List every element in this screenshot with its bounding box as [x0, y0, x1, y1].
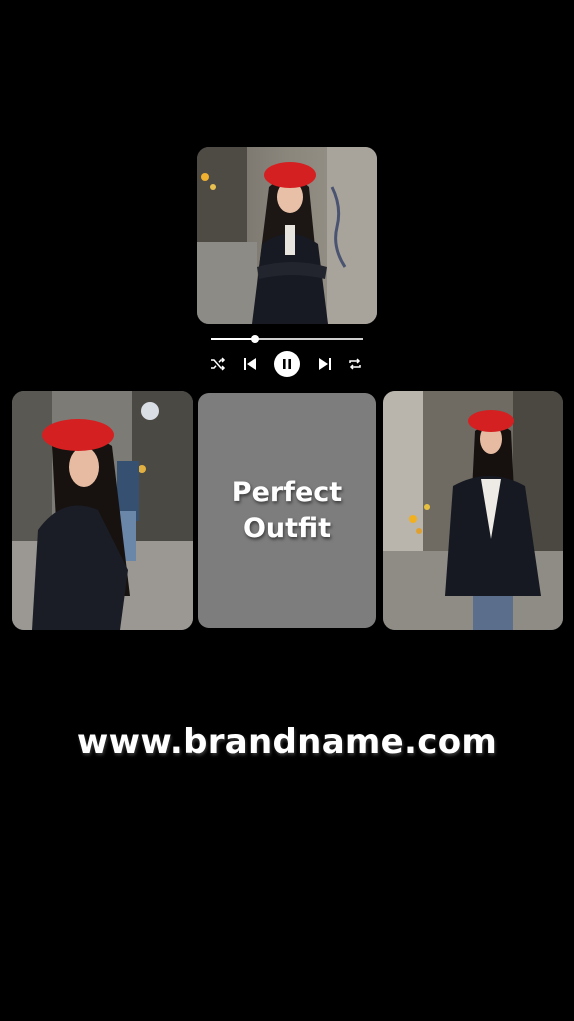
top-photo [197, 147, 377, 324]
next-icon[interactable] [315, 352, 335, 376]
repeat-icon[interactable] [345, 352, 365, 376]
progress-knob[interactable] [251, 335, 260, 343]
website-url[interactable]: www.brandname.com [0, 722, 574, 762]
left-photo [12, 391, 193, 630]
title-card: Perfect Outfit [198, 393, 376, 628]
pause-button[interactable] [274, 351, 300, 377]
previous-icon[interactable] [240, 352, 260, 376]
shuffle-icon[interactable] [208, 352, 228, 376]
title-card-text: Perfect Outfit [231, 476, 343, 544]
right-photo [383, 391, 563, 630]
progress-bar[interactable] [211, 335, 363, 343]
progress-fill [211, 338, 256, 340]
